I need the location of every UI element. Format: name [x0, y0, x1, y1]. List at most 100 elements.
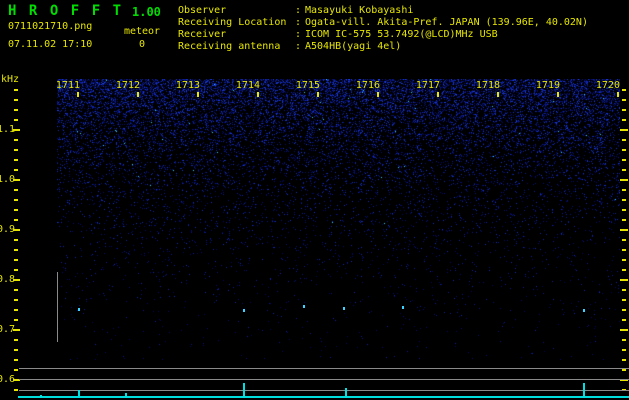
time-tick-label: 1711: [53, 80, 80, 91]
time-tick: [317, 92, 319, 97]
freq-minor-tick-left: [14, 239, 18, 241]
time-tick-label: 1720: [593, 80, 620, 91]
station-info-row: Receiving antenna: A504HB(yagi 4el): [178, 41, 588, 53]
freq-minor-tick-right: [622, 189, 626, 191]
meteor-count-value: 0: [120, 39, 164, 50]
freq-minor-tick-right: [622, 319, 626, 321]
freq-major-tick-right: [620, 129, 628, 131]
freq-minor-tick-left: [14, 199, 18, 201]
freq-minor-tick-left: [14, 309, 18, 311]
signal-spike: [583, 383, 585, 398]
freq-minor-tick-right: [622, 89, 626, 91]
meteor-echo-dot: [402, 306, 404, 309]
freq-minor-tick-left: [14, 219, 18, 221]
signal-spike: [40, 395, 42, 398]
signal-spike: [345, 388, 347, 398]
freq-major-tick-right: [620, 329, 628, 331]
freq-minor-tick-right: [622, 209, 626, 211]
time-tick: [77, 92, 79, 97]
app-title: HROFFT: [8, 3, 134, 19]
station-info-value: ICOM IC-575 53.7492(@LCD)MHz USB: [305, 29, 498, 40]
freq-minor-tick-left: [14, 159, 18, 161]
meteor-count-label: meteor: [120, 26, 164, 37]
time-tick: [197, 92, 199, 97]
station-info-colon: :: [295, 17, 305, 29]
meteor-echo-dot: [583, 309, 585, 312]
freq-minor-tick-left: [14, 89, 18, 91]
observation-datetime: 07.11.02 17:10: [8, 39, 92, 50]
freq-minor-tick-left: [14, 339, 18, 341]
freq-minor-tick-left: [14, 289, 18, 291]
meteor-echo-dot: [303, 305, 305, 308]
station-info-row: Observer: Masayuki Kobayashi: [178, 5, 588, 17]
station-info-value: Ogata-vill. Akita-Pref. JAPAN (139.96E, …: [305, 17, 588, 28]
time-tick-label: 1717: [413, 80, 440, 91]
station-info-label: Observer: [178, 5, 295, 17]
signal-spike: [243, 383, 245, 398]
freq-minor-tick-right: [622, 139, 626, 141]
freq-minor-tick-left: [14, 299, 18, 301]
freq-minor-tick-left: [14, 249, 18, 251]
time-tick: [137, 92, 139, 97]
left-edge-reference-line: [57, 272, 58, 342]
freq-minor-tick-right: [622, 219, 626, 221]
station-info-label: Receiving antenna: [178, 41, 295, 53]
time-tick: [557, 92, 559, 97]
freq-minor-tick-left: [14, 139, 18, 141]
freq-minor-tick-right: [622, 99, 626, 101]
output-filename: 0711021710.png: [8, 21, 92, 32]
time-tick: [617, 92, 619, 97]
spectrogram-noise: [57, 79, 620, 360]
signal-level-trace: [18, 396, 629, 398]
freq-major-tick-right: [620, 279, 628, 281]
station-info-row: Receiving Location: Ogata-vill. Akita-Pre…: [178, 17, 588, 29]
time-tick: [497, 92, 499, 97]
station-info-row: Receiver: ICOM IC-575 53.7492(@LCD)MHz US…: [178, 29, 588, 41]
freq-tick-label: 1.0: [0, 175, 14, 185]
time-tick-label: 1714: [233, 80, 260, 91]
freq-minor-tick-right: [622, 239, 626, 241]
freq-minor-tick-right: [622, 109, 626, 111]
freq-minor-tick-left: [14, 189, 18, 191]
time-tick-label: 1715: [293, 80, 320, 91]
time-tick: [257, 92, 259, 97]
freq-minor-tick-left: [14, 319, 18, 321]
freq-minor-tick-right: [622, 289, 626, 291]
time-tick-label: 1719: [533, 80, 560, 91]
station-info-value: Masayuki Kobayashi: [305, 5, 413, 16]
time-tick-label: 1716: [353, 80, 380, 91]
station-info-colon: :: [295, 5, 305, 17]
freq-minor-tick-right: [622, 349, 626, 351]
level-reference-line-middle: [19, 379, 629, 380]
freq-minor-tick-right: [622, 249, 626, 251]
freq-tick-label: 0.9: [0, 225, 14, 235]
time-tick-label: 1718: [473, 80, 500, 91]
station-info-colon: :: [295, 41, 305, 53]
station-info-block: Observer: Masayuki Kobayashi Receiving Loc…: [178, 5, 588, 53]
freq-minor-tick-left: [14, 389, 18, 391]
freq-tick-label: 0.6: [0, 375, 14, 385]
meteor-echo-dot: [78, 308, 80, 311]
freq-minor-tick-right: [622, 119, 626, 121]
freq-minor-tick-right: [622, 359, 626, 361]
freq-minor-tick-left: [14, 149, 18, 151]
freq-minor-tick-left: [14, 369, 18, 371]
freq-minor-tick-right: [622, 339, 626, 341]
time-tick-label: 1713: [173, 80, 200, 91]
frequency-axis-unit: kHz: [1, 74, 19, 85]
station-info-colon: :: [295, 29, 305, 41]
meteor-echo-dot: [243, 309, 245, 312]
freq-minor-tick-right: [622, 269, 626, 271]
freq-minor-tick-right: [622, 159, 626, 161]
station-info-value: A504HB(yagi 4el): [305, 41, 401, 52]
freq-minor-tick-left: [14, 169, 18, 171]
freq-minor-tick-right: [622, 309, 626, 311]
signal-spike: [78, 390, 80, 398]
level-reference-line-lower: [19, 390, 629, 391]
freq-minor-tick-left: [14, 349, 18, 351]
time-tick-label: 1712: [113, 80, 140, 91]
freq-minor-tick-left: [14, 269, 18, 271]
time-tick: [437, 92, 439, 97]
freq-minor-tick-right: [622, 149, 626, 151]
freq-minor-tick-right: [622, 299, 626, 301]
